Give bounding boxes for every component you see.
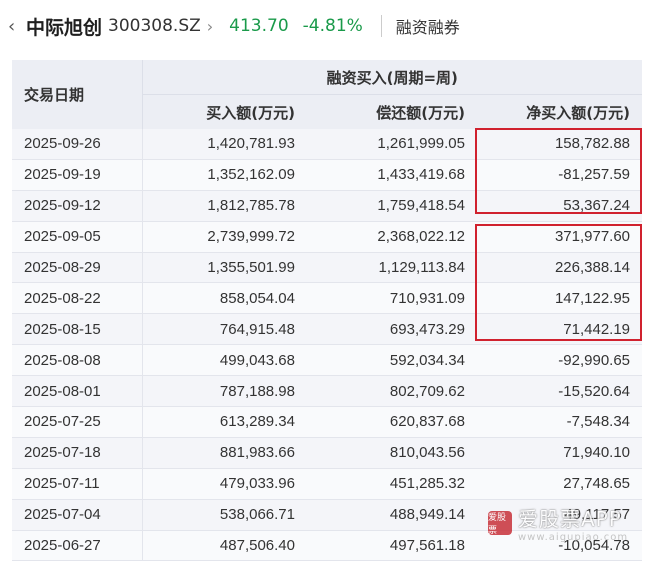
date-cell: 2025-09-26	[12, 129, 143, 160]
stock-header: ‹ 中际旭创 300308.SZ › 413.70 -4.81% 融资融券	[0, 0, 645, 52]
repay-amount-cell: 497,561.18	[307, 530, 477, 561]
date-column-header[interactable]: 交易日期	[12, 60, 143, 129]
buy-amount-cell: 881,983.66	[142, 437, 307, 469]
repay-amount-cell: 1,261,999.05	[307, 129, 477, 160]
repay-amount-cell: 1,433,419.68	[307, 159, 477, 191]
price-change-percent: -4.81%	[302, 16, 363, 36]
table-row[interactable]: 2025-08-08 499,043.68 592,034.34 -92,990.65	[12, 344, 643, 377]
repay-amount-cell: 710,931.09	[307, 282, 477, 315]
date-cell: 2025-09-19	[12, 159, 143, 191]
chevron-right-icon[interactable]: ›	[207, 17, 213, 36]
repay-amount-cell: 802,709.62	[307, 375, 477, 408]
net-buy-cell: -15,520.64	[477, 375, 643, 408]
back-chevron-icon[interactable]: ‹	[8, 16, 22, 37]
repay-amount-cell: 810,043.56	[307, 437, 477, 469]
date-cell: 2025-08-15	[12, 313, 143, 346]
net-buy-column-header[interactable]: 净买入额(万元)	[477, 94, 643, 129]
buy-amount-cell: 1,352,162.09	[142, 159, 307, 191]
repay-amount-cell: 592,034.34	[307, 344, 477, 377]
date-cell: 2025-07-04	[12, 499, 143, 531]
buy-amount-cell: 1,812,785.78	[142, 190, 307, 222]
tab-margin-trading[interactable]: 融资融券	[396, 14, 460, 38]
header-divider	[380, 15, 382, 37]
date-cell: 2025-09-12	[12, 190, 143, 222]
repay-amount-cell: 693,473.29	[307, 313, 477, 346]
net-buy-cell: -7,548.34	[477, 406, 643, 438]
net-buy-cell: 27,748.65	[477, 468, 643, 500]
repay-amount-cell: 1,759,418.54	[307, 190, 477, 222]
date-cell: 2025-08-22	[12, 282, 143, 315]
financing-group-header: 融资买入(周期=周)	[142, 60, 643, 95]
table-row[interactable]: 2025-07-11 479,033.96 451,285.32 27,748.65	[12, 468, 643, 500]
buy-amount-cell: 613,289.34	[142, 406, 307, 438]
table-row[interactable]: 2025-07-18 881,983.66 810,043.56 71,940.10	[12, 437, 643, 469]
buy-amount-cell: 499,043.68	[142, 344, 307, 377]
highlight-box-recent-weeks	[475, 128, 642, 214]
net-buy-cell: 71,940.10	[477, 437, 643, 469]
buy-amount-cell: 538,066.71	[142, 499, 307, 531]
buy-amount-cell: 1,420,781.93	[142, 129, 307, 160]
repay-amount-cell: 488,949.14	[307, 499, 477, 531]
date-cell: 2025-08-29	[12, 252, 143, 284]
buy-amount-cell: 1,355,501.99	[142, 252, 307, 284]
repay-amount-cell: 2,368,022.12	[307, 221, 477, 253]
table-row[interactable]: 2025-07-25 613,289.34 620,837.68 -7,548.34	[12, 406, 643, 438]
date-cell: 2025-08-01	[12, 375, 143, 408]
net-buy-cell: -92,990.65	[477, 344, 643, 377]
buy-amount-cell: 2,739,999.72	[142, 221, 307, 253]
table-row[interactable]: 2025-08-01 787,188.98 802,709.62 -15,520.64	[12, 375, 643, 408]
buy-amount-cell: 787,188.98	[142, 375, 307, 408]
buy-amount-cell: 858,054.04	[142, 282, 307, 315]
repay-amount-cell: 451,285.32	[307, 468, 477, 500]
watermark-url: www.aigupiao.com	[518, 532, 629, 543]
buy-amount-cell: 764,915.48	[142, 313, 307, 346]
repay-amount-cell: 1,129,113.84	[307, 252, 477, 284]
buy-amount-cell: 479,033.96	[142, 468, 307, 500]
date-cell: 2025-06-27	[12, 530, 143, 561]
date-cell: 2025-07-25	[12, 406, 143, 438]
date-cell: 2025-08-08	[12, 344, 143, 377]
watermark-logo-icon: 爱股票	[488, 511, 512, 536]
watermark: 爱股票 爱股票APP www.aigupiao.com	[488, 500, 638, 546]
stock-price: 413.70	[229, 16, 289, 36]
date-cell: 2025-07-18	[12, 437, 143, 469]
watermark-title: 爱股票APP	[518, 507, 622, 531]
stock-name: 中际旭创	[26, 16, 103, 39]
buy-amount-cell: 487,506.40	[142, 530, 307, 561]
buy-column-header[interactable]: 买入额(万元)	[142, 94, 307, 129]
date-cell: 2025-07-11	[12, 468, 143, 500]
repay-column-header[interactable]: 偿还额(万元)	[307, 94, 477, 129]
highlight-box-earlier-weeks	[475, 224, 642, 341]
date-cell: 2025-09-05	[12, 221, 143, 253]
stock-code: 300308.SZ	[108, 16, 201, 36]
repay-amount-cell: 620,837.68	[307, 406, 477, 438]
